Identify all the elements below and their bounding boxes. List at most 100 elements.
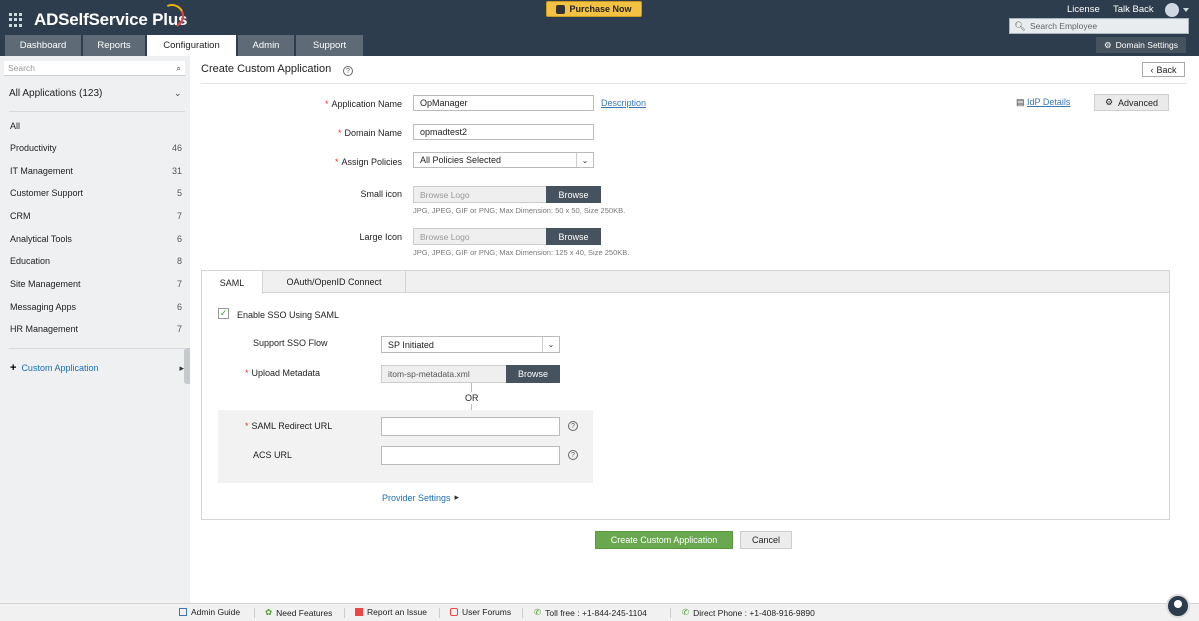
sidebar-item-all[interactable]: All bbox=[10, 121, 182, 131]
report-issue-label: Report an Issue bbox=[367, 607, 428, 617]
provider-settings-label: Provider Settings bbox=[382, 492, 451, 503]
page-title: Create Custom Application bbox=[201, 63, 332, 75]
sidebar-item-count: 6 bbox=[176, 302, 182, 312]
all-applications-dropdown[interactable]: All Applications (123) bbox=[9, 88, 102, 99]
sidebar-item-count: 5 bbox=[176, 188, 182, 198]
sidebar-item-messaging-apps[interactable]: Messaging Apps 6 bbox=[10, 302, 182, 312]
sso-flow-select[interactable]: SP Initiated ⌄ bbox=[381, 336, 560, 353]
application-name-input[interactable]: OpManager bbox=[413, 95, 594, 111]
back-button[interactable]: ‹ Back bbox=[1142, 62, 1185, 77]
gear-icon: ⚙ bbox=[1104, 97, 1114, 107]
sidebar-item-hr-management[interactable]: HR Management 7 bbox=[10, 324, 182, 334]
help-icon[interactable]: ? bbox=[568, 421, 578, 431]
or-divider-line bbox=[471, 383, 472, 392]
app-grid-icon[interactable] bbox=[9, 13, 23, 27]
help-icon[interactable]: ? bbox=[343, 66, 353, 76]
required-mark: * bbox=[334, 157, 339, 167]
sidebar-search-input[interactable]: Search ⌕ bbox=[4, 61, 185, 76]
sidebar-item-crm[interactable]: CRM 7 bbox=[10, 211, 182, 221]
large-icon-browse-button[interactable]: Browse bbox=[546, 228, 601, 245]
cancel-button[interactable]: Cancel bbox=[740, 531, 792, 549]
user-avatar-icon[interactable] bbox=[1165, 3, 1179, 17]
chat-support-icon[interactable] bbox=[1166, 594, 1190, 618]
domain-settings-label: Domain Settings bbox=[1115, 40, 1178, 50]
employee-search-input[interactable]: 🔍︎ Search Employee bbox=[1009, 18, 1189, 34]
tab-reports[interactable]: Reports bbox=[83, 35, 145, 56]
sidebar-item-count: 6 bbox=[176, 234, 182, 244]
talk-back-link[interactable]: Talk Back bbox=[1113, 4, 1154, 15]
sidebar-item-label: IT Management bbox=[10, 166, 73, 176]
chevron-down-icon: ⌄ bbox=[576, 153, 593, 167]
required-mark: * bbox=[337, 128, 342, 138]
tab-saml[interactable]: SAML bbox=[202, 271, 263, 294]
chevron-down-icon[interactable] bbox=[1183, 8, 1189, 12]
sidebar-item-count: 46 bbox=[171, 143, 182, 153]
upload-metadata-label: * Upload Metadata bbox=[245, 368, 321, 378]
divider bbox=[439, 608, 440, 618]
sidebar-item-label: Site Management bbox=[10, 279, 81, 289]
direct-phone-label: Direct Phone : +1-408-916-9890 bbox=[693, 607, 815, 618]
domain-name-label: * Domain Name bbox=[337, 128, 402, 138]
tab-configuration[interactable]: Configuration bbox=[147, 35, 236, 56]
small-icon-browse-button[interactable]: Browse bbox=[546, 186, 601, 203]
purchase-now-button[interactable]: Purchase Now bbox=[546, 1, 642, 17]
toll-free-phone: ✆ Toll free : +1-844-245-1104 bbox=[534, 607, 647, 618]
sidebar-item-site-management[interactable]: Site Management 7 bbox=[10, 279, 182, 289]
need-features-link[interactable]: ✿ Need Features bbox=[265, 607, 332, 618]
divider bbox=[9, 111, 185, 112]
custom-application-label: Custom Application bbox=[21, 363, 99, 373]
sidebar-item-it-management[interactable]: IT Management 31 bbox=[10, 166, 182, 176]
tab-support[interactable]: Support bbox=[296, 35, 363, 56]
purchase-label: Purchase Now bbox=[569, 4, 632, 14]
small-icon-label: Small icon bbox=[360, 189, 402, 199]
enable-sso-checkbox[interactable]: ✓ bbox=[218, 308, 229, 319]
bug-icon bbox=[355, 608, 363, 616]
sidebar-collapse-handle[interactable] bbox=[184, 348, 190, 384]
advanced-label: Advanced bbox=[1118, 97, 1159, 108]
sidebar-item-productivity[interactable]: Productivity 46 bbox=[10, 143, 182, 153]
sidebar: Search ⌕ All Applications (123) ⌄ All Pr… bbox=[0, 56, 190, 603]
app-header: ADSelfService Plus Purchase Now License … bbox=[0, 0, 1199, 56]
provider-settings-link[interactable]: Provider Settings ▸ bbox=[382, 492, 459, 503]
idp-details-link[interactable]: ▤ IdP Details bbox=[1016, 97, 1070, 108]
acs-url-input[interactable] bbox=[381, 446, 560, 465]
metadata-browse-button[interactable]: Browse bbox=[506, 365, 560, 383]
lightbulb-icon: ✿ bbox=[265, 607, 273, 617]
license-link[interactable]: License bbox=[1067, 4, 1100, 15]
sidebar-item-customer-support[interactable]: Customer Support 5 bbox=[10, 188, 182, 198]
search-icon[interactable]: ⌕ bbox=[176, 63, 181, 74]
assign-policies-value: All Policies Selected bbox=[420, 155, 502, 165]
sidebar-item-education[interactable]: Education 8 bbox=[10, 256, 182, 266]
enable-sso-label: Enable SSO Using SAML bbox=[237, 310, 340, 320]
caret-right-icon: ▸ bbox=[454, 492, 460, 502]
saml-redirect-url-input[interactable] bbox=[381, 417, 560, 436]
chevron-left-icon: ‹ bbox=[1150, 64, 1154, 75]
sidebar-item-count: 31 bbox=[171, 166, 182, 176]
tab-dashboard[interactable]: Dashboard bbox=[5, 35, 81, 56]
create-custom-application-button[interactable]: Create Custom Application bbox=[595, 531, 733, 549]
phone-icon: ✆ bbox=[682, 607, 690, 617]
assign-policies-select[interactable]: All Policies Selected ⌄ bbox=[413, 152, 594, 168]
small-icon-file-input[interactable]: Browse Logo bbox=[413, 186, 547, 203]
metadata-file-input[interactable]: itom-sp-metadata.xml bbox=[381, 365, 507, 383]
chevron-down-icon[interactable]: ⌄ bbox=[174, 88, 182, 99]
sidebar-item-label: Customer Support bbox=[10, 188, 84, 198]
cart-icon bbox=[556, 4, 566, 14]
tab-oauth-openid[interactable]: OAuth/OpenID Connect bbox=[263, 271, 406, 293]
domain-name-input[interactable]: opmadtest2 bbox=[413, 124, 594, 140]
tab-admin[interactable]: Admin bbox=[238, 35, 294, 56]
sidebar-item-analytical-tools[interactable]: Analytical Tools 6 bbox=[10, 234, 182, 244]
help-icon[interactable]: ? bbox=[568, 450, 578, 460]
need-features-label: Need Features bbox=[276, 607, 333, 618]
large-icon-file-input[interactable]: Browse Logo bbox=[413, 228, 547, 245]
report-issue-link[interactable]: Report an Issue bbox=[355, 607, 427, 617]
divider bbox=[9, 348, 185, 349]
sidebar-item-custom-application[interactable]: + Custom Application ▸ bbox=[10, 362, 184, 374]
admin-guide-link[interactable]: Admin Guide bbox=[179, 607, 240, 617]
large-icon-hint: JPG, JPEG, GIF or PNG; Max Dimension: 12… bbox=[413, 248, 630, 257]
sidebar-item-label: HR Management bbox=[10, 324, 79, 334]
description-link[interactable]: Description bbox=[601, 98, 646, 108]
domain-settings-button[interactable]: ⚙ Domain Settings bbox=[1096, 37, 1186, 53]
advanced-button[interactable]: ⚙ Advanced bbox=[1094, 94, 1169, 111]
user-forums-link[interactable]: User Forums bbox=[450, 607, 511, 617]
